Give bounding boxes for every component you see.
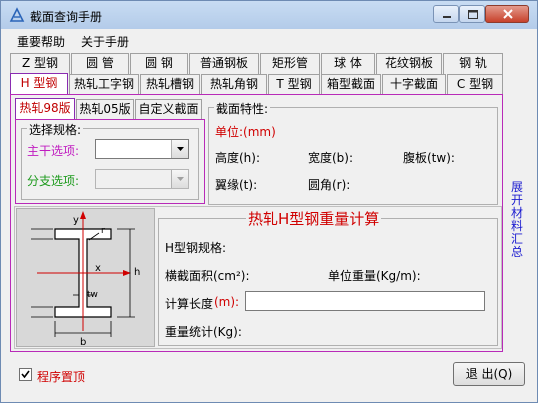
area-label: 横截面积(cm²): [165, 269, 250, 283]
unit-label: 单位:(mm) [215, 125, 276, 139]
app-window: 截面查询手册 重要帮助 关于手册 Z 型钢 圆 管 圆 钢 普通钢板 矩形管 球… [0, 0, 538, 403]
dim-tw-label: tw [87, 290, 98, 300]
minimize-icon [443, 16, 451, 18]
tab-cross[interactable]: 十字截面 [382, 74, 446, 95]
dim-h-label: h [134, 267, 140, 278]
always-on-top-checkbox[interactable] [19, 368, 32, 381]
length-input[interactable] [245, 291, 485, 311]
web-label: 腹板(tw): [403, 151, 455, 165]
tab-sphere[interactable]: 球 体 [321, 53, 375, 74]
subtab-custom[interactable]: 自定义截面 [135, 99, 202, 120]
close-button[interactable] [485, 5, 529, 23]
tab-c-steel[interactable]: C 型钢 [447, 74, 503, 95]
axis-y-label: y [73, 215, 79, 226]
chevron-down-icon [177, 177, 184, 181]
weight-group-title: 热轧H型钢重量计算 [246, 208, 382, 229]
section-props-title: 截面特性: [214, 100, 271, 117]
length-unit-label: (m): [214, 295, 240, 309]
maximize-button[interactable] [459, 5, 485, 23]
minimize-button[interactable] [433, 5, 459, 23]
tab-round-pipe[interactable]: 圆 管 [71, 53, 129, 74]
tab-channel[interactable]: 热轧槽钢 [140, 74, 200, 95]
spec-label: H型钢规格: [165, 241, 227, 255]
window-title: 截面查询手册 [30, 10, 103, 24]
main-option-label: 主干选项: [27, 144, 80, 158]
chevron-down-icon [177, 147, 184, 151]
app-logo-icon [9, 7, 25, 22]
tab-round-bar[interactable]: 圆 钢 [130, 53, 188, 74]
subtab-98[interactable]: 热轧98版 [15, 98, 75, 120]
tab-i-beam[interactable]: 热轧工字钢 [69, 74, 139, 95]
spec-group-title: 选择规格: [27, 121, 84, 138]
tab-rect-pipe[interactable]: 矩形管 [260, 53, 320, 74]
tab-rail[interactable]: 钢 轨 [443, 53, 503, 74]
axis-x-label: x [95, 263, 101, 274]
maximize-icon [468, 10, 478, 19]
branch-option-label: 分支选项: [27, 174, 80, 188]
expand-summary-link[interactable]: 展开材料汇总 [511, 181, 525, 259]
height-label: 高度(h): [215, 151, 261, 165]
title-bar: 截面查询手册 [1, 1, 537, 29]
checkmark-icon [21, 370, 30, 379]
tab-t-steel[interactable]: T 型钢 [268, 74, 320, 95]
unit-weight-label: 单位重量(Kg/m): [328, 269, 421, 283]
tab-box[interactable]: 箱型截面 [321, 74, 381, 95]
length-label: 计算长度 [165, 297, 214, 311]
main-option-select[interactable] [95, 139, 189, 159]
branch-option-select[interactable] [95, 169, 189, 189]
fillet-label: 圆角(r): [308, 178, 351, 192]
dim-r-label: r [101, 226, 105, 236]
close-icon [503, 9, 513, 19]
exit-button[interactable]: 退 出(Q) [453, 362, 525, 386]
tab-angle[interactable]: 热轧角钢 [201, 74, 267, 95]
subtab-05[interactable]: 热轧05版 [76, 99, 134, 120]
always-on-top-label: 程序置顶 [37, 370, 86, 384]
h-section-diagram: y x h b tw r [16, 208, 155, 348]
tab-plate[interactable]: 普通钢板 [189, 53, 259, 74]
width-label: 宽度(b): [308, 151, 354, 165]
tab-checker-plate[interactable]: 花纹钢板 [376, 53, 442, 74]
tab-z-steel[interactable]: Z 型钢 [10, 53, 70, 74]
flange-label: 翼缘(t): [215, 178, 258, 192]
total-weight-label: 重量统计(Kg): [165, 325, 242, 339]
dim-b-label: b [80, 337, 86, 348]
menu-about[interactable]: 关于手册 [81, 33, 129, 50]
menu-help[interactable]: 重要帮助 [17, 33, 65, 50]
tab-h-steel[interactable]: H 型钢 [10, 73, 68, 95]
menu-bar: 重要帮助 关于手册 [1, 29, 537, 51]
h-beam-drawing: y x h b tw r [31, 211, 140, 348]
